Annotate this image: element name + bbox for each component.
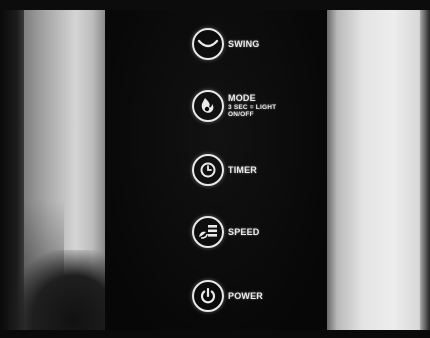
speed-fan-icon	[192, 216, 224, 248]
mode-label-group: MODE 3 SEC = LIGHT ON/OFF	[228, 93, 276, 118]
power-icon	[192, 280, 224, 312]
power-label: POWER	[228, 290, 264, 301]
swing-wave-icon	[192, 28, 224, 60]
top-strip	[0, 0, 430, 10]
right-reflective-panel	[327, 0, 430, 338]
bottom-strip	[0, 330, 430, 338]
timer-clock-icon	[192, 154, 224, 186]
power-button[interactable]: POWER	[192, 276, 332, 316]
swing-button[interactable]: SWING	[192, 24, 332, 64]
speed-label: SPEED	[228, 226, 260, 237]
control-panel-photo: SWING MODE 3 SEC = LIGHT ON/OFF TIMER SP…	[0, 0, 430, 338]
mode-flame-icon	[192, 90, 224, 122]
mode-label: MODE	[228, 93, 256, 104]
right-edge	[420, 0, 430, 338]
mode-sub-line2: ON/OFF	[228, 111, 254, 119]
left-reflective-panel	[0, 0, 118, 338]
swing-label: SWING	[228, 38, 260, 49]
speed-button[interactable]: SPEED	[192, 212, 332, 252]
mode-button[interactable]: MODE 3 SEC = LIGHT ON/OFF	[192, 84, 332, 128]
left-reflection	[8, 250, 118, 338]
timer-label: TIMER	[228, 164, 257, 175]
timer-button[interactable]: TIMER	[192, 150, 332, 190]
